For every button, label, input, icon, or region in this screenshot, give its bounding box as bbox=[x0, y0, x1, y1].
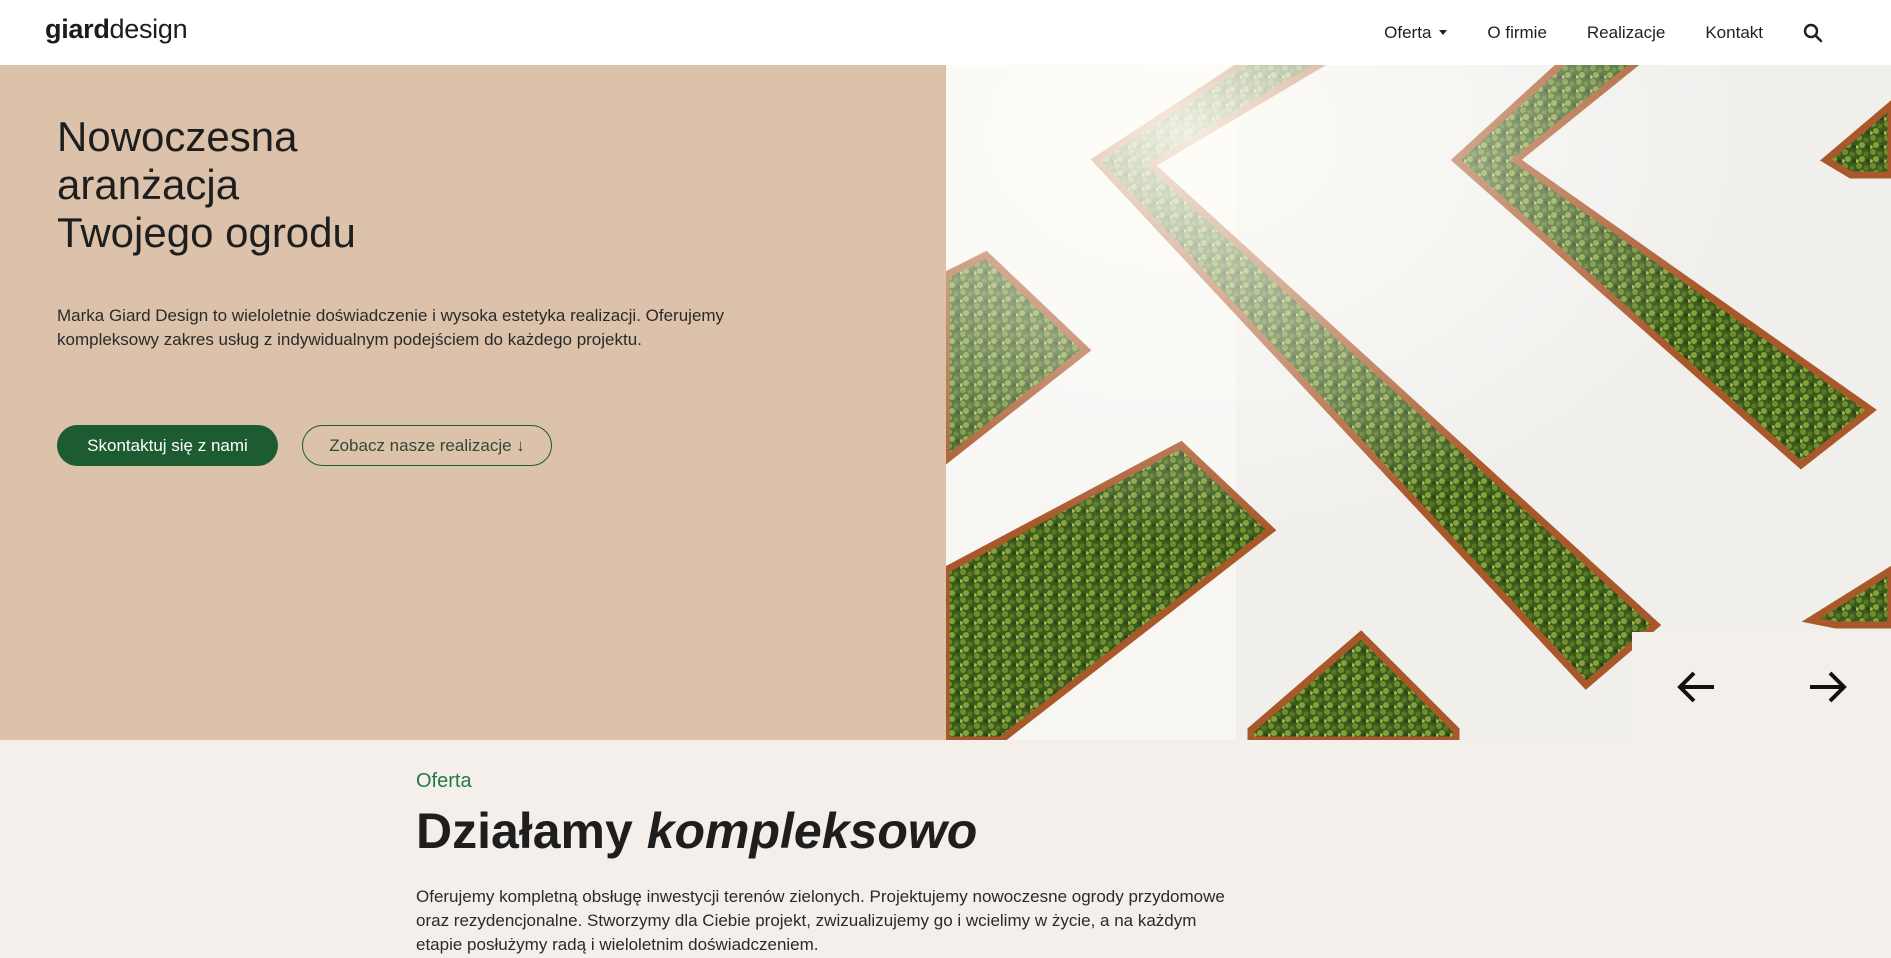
nav-item-oferta[interactable]: Oferta bbox=[1384, 22, 1448, 43]
navbar: giarddesign Oferta O firmie Realizacje K… bbox=[0, 0, 1891, 65]
section-text: Oferujemy kompletną obsługę inwestycji t… bbox=[416, 887, 1225, 954]
hero-title-line: Twojego ogrodu bbox=[57, 209, 356, 256]
nav-item-kontakt[interactable]: Kontakt bbox=[1705, 23, 1763, 43]
nav-item-label: Oferta bbox=[1384, 22, 1432, 42]
brand-logo-bold: giard bbox=[45, 14, 110, 44]
brand-logo-light: design bbox=[109, 14, 188, 44]
nav-item-label: Kontakt bbox=[1705, 22, 1763, 42]
hero-title-line: Nowoczesna bbox=[57, 113, 298, 160]
hero-title: Nowoczesna aranżacja Twojego ogrodu bbox=[57, 113, 356, 257]
slider-prev-button[interactable] bbox=[1676, 670, 1716, 704]
section-title: Działamy kompleksowo bbox=[416, 802, 977, 860]
section-eyebrow: Oferta bbox=[416, 770, 472, 792]
nav-item-label: O firmie bbox=[1487, 22, 1547, 42]
hero-panel: Nowoczesna aranżacja Twojego ogrodu Mark… bbox=[0, 65, 946, 740]
brand-logo[interactable]: giarddesign bbox=[45, 14, 188, 45]
slider-next-button[interactable] bbox=[1808, 670, 1848, 704]
caret-down-icon bbox=[1439, 30, 1448, 35]
main-nav: Oferta O firmie Realizacje Kontakt bbox=[1384, 0, 1891, 65]
arrow-left-icon bbox=[1677, 671, 1714, 703]
nav-item-o-firmie[interactable]: O firmie bbox=[1487, 23, 1547, 43]
hero-description: Marka Giard Design to wieloletnie doświa… bbox=[57, 306, 725, 349]
contact-button[interactable]: Skontaktuj się z nami bbox=[57, 425, 278, 466]
nav-item-label: Realizacje bbox=[1586, 22, 1666, 42]
section-title-italic: kompleksowo bbox=[646, 803, 978, 859]
offer-section: Oferta Działamy kompleksowo Oferujemy ko… bbox=[0, 740, 1891, 958]
search-icon bbox=[1803, 23, 1823, 42]
slider-controls bbox=[1632, 632, 1891, 740]
nav-item-realizacje[interactable]: Realizacje bbox=[1587, 23, 1665, 43]
section-title-plain: Działamy bbox=[416, 803, 633, 859]
arrow-right-icon bbox=[1810, 671, 1847, 703]
search-button[interactable] bbox=[1803, 23, 1823, 43]
hero-title-line: aranżacja bbox=[57, 161, 240, 208]
see-projects-button[interactable]: Zobacz nasze realizacje ↓ bbox=[302, 425, 552, 466]
